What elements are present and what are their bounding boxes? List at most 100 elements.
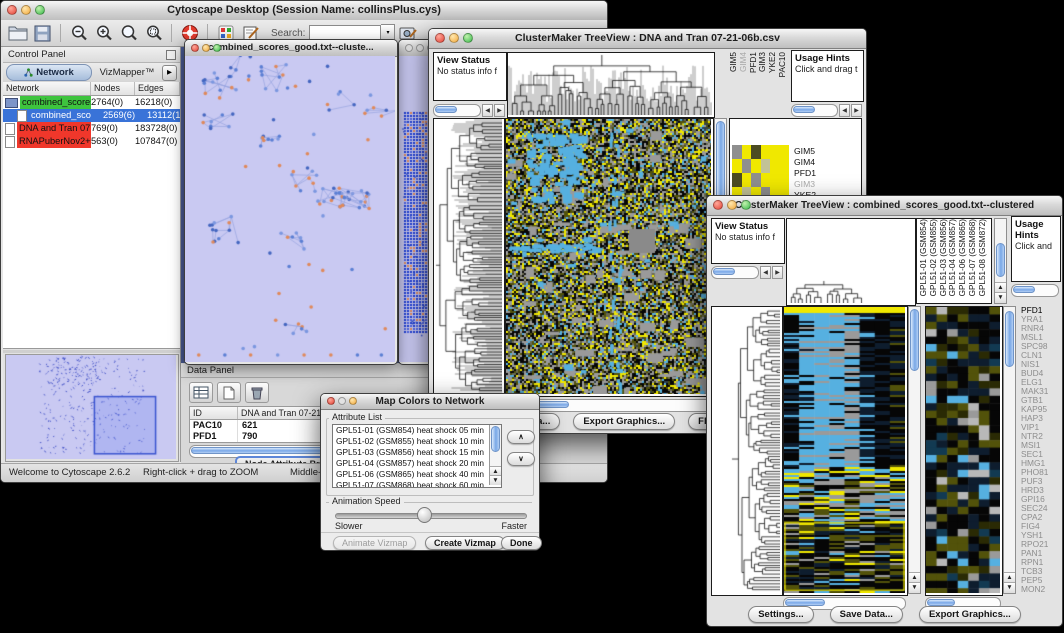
scroll-left-icon[interactable]: ◀	[482, 104, 493, 117]
tab-vizmapper[interactable]: VizMapper™	[92, 67, 162, 78]
scroll-thumb[interactable]	[927, 599, 955, 606]
zoom-heatmap-canvas[interactable]	[926, 307, 1000, 593]
column-label[interactable]: GIM5	[729, 52, 739, 72]
scroll-thumb[interactable]	[713, 268, 735, 275]
attribute-item[interactable]: GPL51-01 (GSM854) heat shock 05 min	[333, 425, 501, 436]
zoom-selected-icon[interactable]	[141, 22, 166, 44]
close-button[interactable]	[191, 44, 199, 52]
zoom-button[interactable]	[463, 33, 473, 43]
move-up-button[interactable]: ∧	[507, 430, 535, 444]
network-row[interactable]: RNAPuberNov2+563(0)107847(0)	[3, 135, 180, 148]
save-session-icon[interactable]	[30, 22, 55, 44]
column-label[interactable]: GIM4	[739, 52, 749, 72]
scroll-thumb[interactable]	[491, 426, 500, 452]
main-titlebar[interactable]: Cytoscape Desktop (Session Name: collins…	[1, 1, 607, 21]
zoom-button[interactable]	[349, 397, 357, 405]
more-tabs-icon[interactable]: ▶	[162, 65, 177, 81]
open-session-icon[interactable]	[5, 22, 30, 44]
column-label[interactable]: PAC10	[778, 52, 788, 77]
float-panel-icon[interactable]	[166, 50, 176, 60]
close-button[interactable]	[327, 397, 335, 405]
column-label[interactable]: YKE2	[768, 52, 778, 73]
zoom-button[interactable]	[35, 5, 45, 15]
minimize-button[interactable]	[727, 200, 737, 210]
column-label[interactable]: GPL51-02 (GSM855)	[929, 219, 939, 296]
export-graphics-button[interactable]: Export Graphics...	[919, 606, 1021, 623]
network-titlebar[interactable]: combined_scores_good.txt--cluste...	[185, 40, 397, 57]
column-labels-scrollbar[interactable]: ▲ ▼	[994, 218, 1007, 304]
usage-hints-scrollbar[interactable]	[1011, 284, 1059, 297]
zoom-out-icon[interactable]	[66, 22, 91, 44]
attribute-item[interactable]: GPL51-07 (GSM868) heat shock 60 min	[333, 480, 501, 488]
animate-vizmap-button[interactable]: Animate Vizmap	[333, 536, 416, 550]
column-label[interactable]: GPL51-08 (GSM872)	[978, 219, 988, 296]
minimize-button[interactable]	[416, 44, 424, 52]
treeview1-titlebar[interactable]: ClusterMaker TreeView : DNA and Tran 07-…	[429, 29, 866, 49]
column-dendrogram-canvas[interactable]	[508, 53, 712, 115]
scroll-thumb[interactable]	[435, 106, 457, 113]
column-label[interactable]: GPL51-07 (GSM868)	[968, 219, 978, 296]
scroll-left-icon[interactable]: ◀	[839, 104, 850, 117]
zoom-in-icon[interactable]	[91, 22, 116, 44]
scroll-left-icon[interactable]: ◀	[760, 266, 771, 279]
new-attribute-icon[interactable]	[217, 382, 241, 403]
scroll-right-icon[interactable]: ▶	[851, 104, 862, 117]
scroll-thumb[interactable]	[910, 309, 919, 371]
birdseye-view[interactable]	[5, 354, 179, 462]
export-graphics-button[interactable]: Export Graphics...	[573, 413, 675, 430]
close-button[interactable]	[435, 33, 445, 43]
row-dendrogram-canvas[interactable]	[712, 307, 780, 593]
tab-network[interactable]: Network	[6, 64, 92, 81]
speed-slider-thumb[interactable]	[417, 507, 432, 523]
network-row[interactable]: combined_scores2764(0)16218(0)	[3, 96, 180, 109]
zoom-button[interactable]	[213, 44, 221, 52]
move-down-button[interactable]: ∨	[507, 452, 535, 466]
matrix-gene-label[interactable]: GIM4	[794, 157, 821, 168]
column-label[interactable]: GPL51-06 (GSM865)	[958, 219, 968, 296]
scroll-down-icon[interactable]: ▼	[909, 582, 920, 593]
view-status-scrollbar[interactable]: ◀▶	[433, 104, 505, 117]
treeview2-titlebar[interactable]: ClusterMaker TreeView : combined_scores_…	[707, 196, 1062, 216]
scroll-down-icon[interactable]: ▼	[995, 292, 1006, 303]
minimize-button[interactable]	[202, 44, 210, 52]
heatmap-canvas[interactable]	[506, 119, 711, 394]
col-id[interactable]: ID	[190, 407, 238, 419]
scroll-right-icon[interactable]: ▶	[772, 266, 783, 279]
scroll-thumb[interactable]	[785, 599, 825, 606]
save-data-button[interactable]: Save Data...	[830, 606, 903, 623]
col-edges[interactable]: Edges	[135, 82, 180, 95]
attribute-list[interactable]: GPL51-01 (GSM854) heat shock 05 minGPL51…	[332, 424, 502, 488]
row-dendrogram-canvas[interactable]	[434, 119, 502, 394]
splitter[interactable]	[3, 350, 180, 353]
column-label[interactable]: GPL51-03 (GSM856)	[939, 219, 949, 296]
heatmap-canvas[interactable]	[784, 307, 905, 593]
minimize-button[interactable]	[338, 397, 346, 405]
col-network[interactable]: Network	[3, 82, 91, 95]
usage-hints-scrollbar[interactable]: ◀▶	[791, 104, 862, 117]
column-label[interactable]: GIM3	[758, 52, 768, 72]
birdseye-canvas[interactable]	[6, 355, 176, 459]
attribute-item[interactable]: GPL51-04 (GSM857) heat shock 20 min	[333, 458, 501, 469]
network-row[interactable]: DNA and Tran 07769(0)183728(0)	[3, 122, 180, 135]
scroll-down-icon[interactable]: ▼	[490, 475, 501, 485]
select-attributes-icon[interactable]	[189, 382, 213, 403]
minimize-button[interactable]	[21, 5, 31, 15]
col-nodes[interactable]: Nodes	[91, 82, 135, 95]
matrix-gene-label[interactable]: GIM3	[794, 179, 821, 190]
zoom-fit-icon[interactable]	[116, 22, 141, 44]
scroll-thumb[interactable]	[996, 243, 1005, 277]
column-label[interactable]: PFD1	[749, 52, 759, 73]
scroll-thumb[interactable]	[1013, 286, 1035, 293]
scroll-thumb[interactable]	[793, 106, 815, 113]
settings-button[interactable]: Settings...	[748, 606, 813, 623]
delete-attribute-icon[interactable]	[245, 382, 269, 403]
column-tree-canvas[interactable]	[787, 219, 913, 303]
attribute-item[interactable]: GPL51-02 (GSM855) heat shock 10 min	[333, 436, 501, 447]
network-canvas[interactable]	[185, 56, 395, 362]
close-button[interactable]	[7, 5, 17, 15]
dialog-titlebar[interactable]: Map Colors to Network	[321, 394, 539, 410]
scroll-thumb[interactable]	[1005, 311, 1014, 367]
matrix-gene-label[interactable]: GIM5	[794, 146, 821, 157]
heatmap-vscrollbar[interactable]: ▲ ▼	[908, 306, 921, 594]
column-label[interactable]: GPL51-01 (GSM854)	[919, 219, 929, 296]
